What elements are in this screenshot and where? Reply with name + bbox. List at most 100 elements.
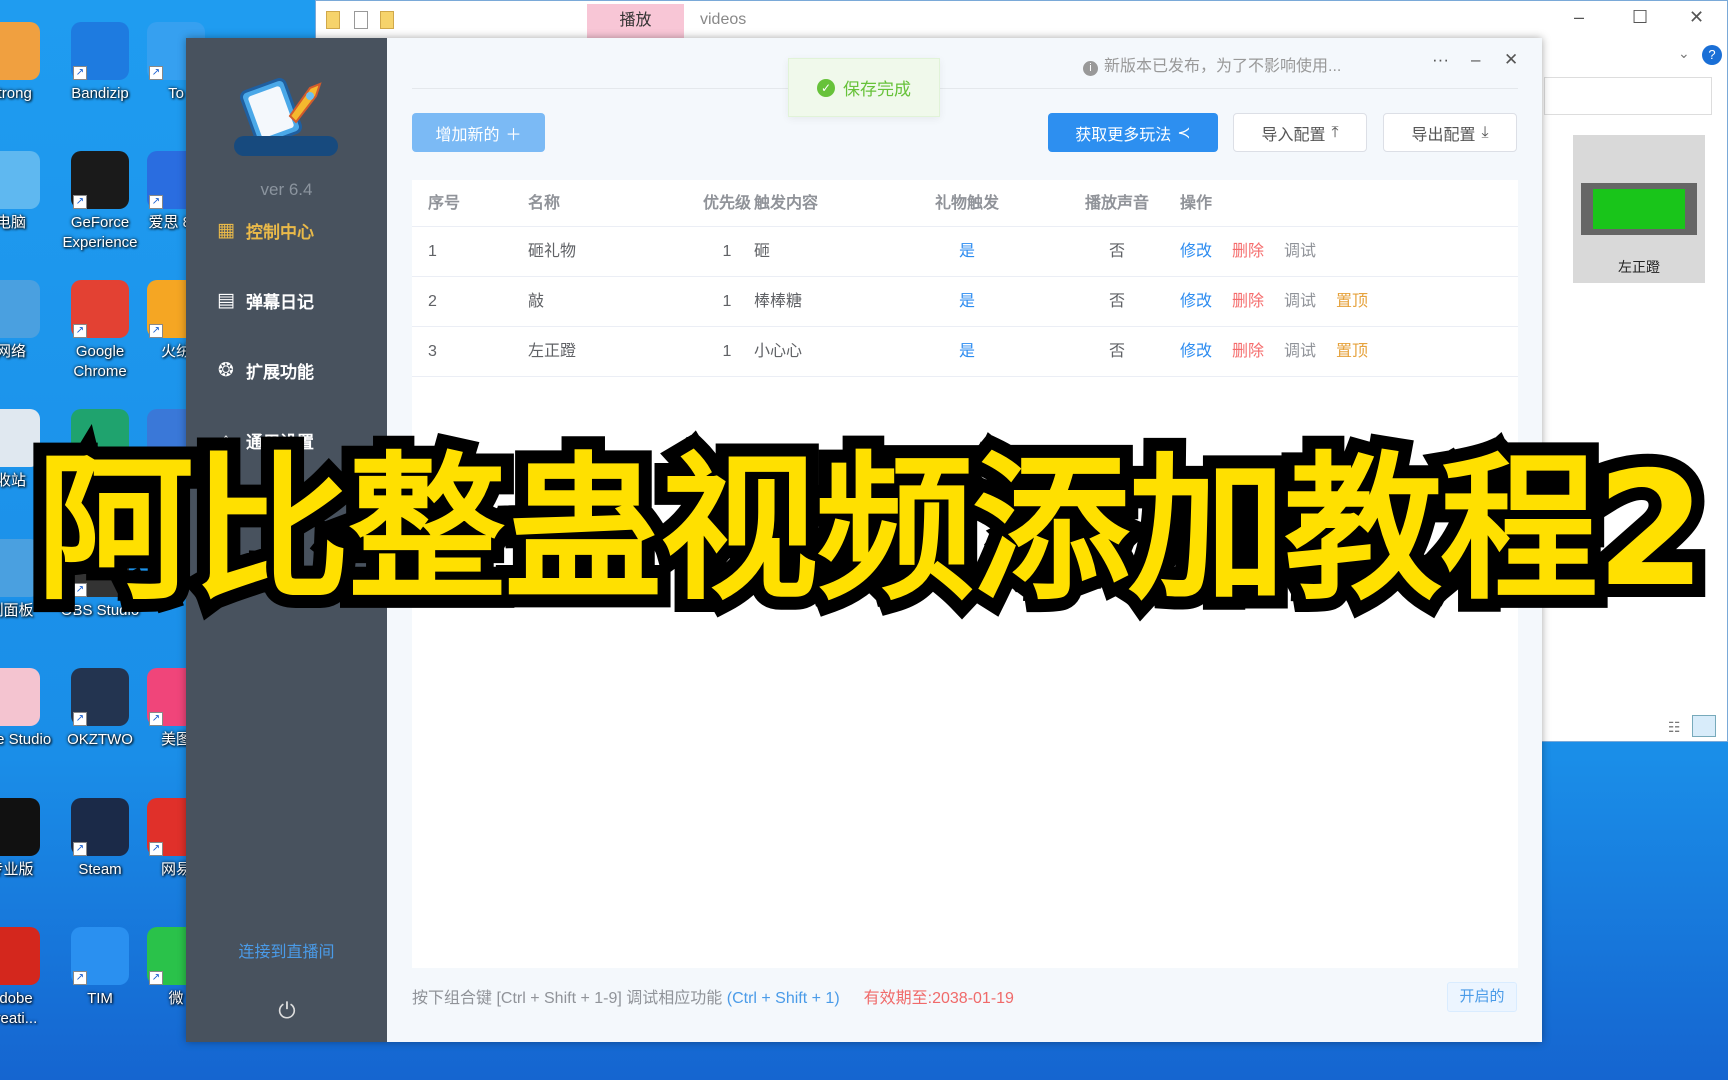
success-toast: ✓ 保存完成 [788,58,940,117]
minimize-button[interactable]: – [1574,7,1584,28]
shortcut-arrow-icon: ↗ [73,842,87,856]
folder-icon[interactable] [326,11,340,29]
minimize-button[interactable]: – [1471,50,1480,70]
version-label: ver 6.4 [260,180,313,199]
sidebar-item-control-center[interactable]: ▦ 控制中心 [216,218,314,243]
column-header: 礼物触发 [934,195,999,212]
download-icon: ⤓ [1481,123,1489,141]
search-input[interactable] [1544,77,1712,115]
cell-gift-trigger: 是 [958,293,975,310]
cell-play-sound: 否 [1108,293,1125,310]
cell-name: 左正蹬 [528,343,577,360]
export-config-button[interactable]: 导出配置 ⤓ [1383,113,1517,152]
desktop-icon-label: strong [0,85,32,102]
shortcut-arrow-icon: ↗ [73,712,87,726]
delete-link[interactable]: 删除 [1232,243,1264,260]
table-row[interactable]: 1 砸礼物 1 砸是否修改 删除 调试 [412,227,1518,277]
footer-hint: 按下组合键 [Ctrl + Shift + 1-9] 调试相应功能 (Ctrl … [412,984,1014,1008]
help-icon[interactable]: ? [1702,45,1722,65]
expiry-text: 有效期至:2038-01-19 [863,990,1014,1007]
desktop-icon[interactable]: ↗ 电脑 [0,151,56,233]
grid-icon: ▦ [217,219,235,241]
edit-link[interactable]: 修改 [1180,243,1212,260]
app-icon: ↗ [71,798,129,856]
desktop-icon-label: 网络 [0,343,26,360]
cell-actions: 修改 删除 调试 [1180,227,1336,277]
pin-top-link[interactable]: 置顶 [1336,343,1368,360]
app-icon: ↗ [71,22,129,80]
button-label: 导入配置 [1261,126,1326,144]
shortcut-arrow-icon: ↗ [73,971,87,985]
desktop-icon[interactable]: ↗ strong [0,22,56,104]
new-folder-icon[interactable] [380,11,394,29]
video-caption-overlay: 阿比整蛊视频添加教程2 [23,425,1719,635]
details-view-icon[interactable]: ☷ [1668,719,1681,736]
cell-actions: 修改 删除 调试 置顶 [1180,277,1388,327]
column-header: 序号 [428,195,461,212]
app-icon: ↗ [0,927,40,985]
shortcut-arrow-icon: ↗ [73,324,87,338]
get-more-button[interactable]: 获取更多玩法 ≺ [1048,113,1218,152]
explorer-titlebar: 播放 videos – ☐ ✕ [316,1,1727,39]
desktop-icon-label: 专业版 [0,861,34,878]
delete-link[interactable]: 删除 [1232,343,1264,360]
info-icon: i [1083,61,1098,76]
update-notice[interactable]: i 新版本已发布，为了不影响使用... [1083,52,1341,76]
app-icon: ↗ [71,280,129,338]
add-new-button[interactable]: 增加新的 ＋ [412,113,545,152]
shortcut-arrow-icon: ↗ [73,66,87,80]
desktop-icon[interactable]: ↗ 网络 [0,280,56,362]
sidebar-item-extensions[interactable]: ❂ 扩展功能 [216,358,314,383]
more-icon[interactable]: ··· [1432,50,1449,70]
check-circle-icon: ✓ [817,78,835,97]
sidebar-item-label: 控制中心 [246,223,314,242]
sidebar-item-danmaku-log[interactable]: ▤ 弹幕日记 [216,288,314,313]
desktop-icon-label: Tube Studio [0,731,52,748]
cell-trigger: 棒棒糖 [754,293,803,310]
cell-trigger: 小心心 [754,343,803,360]
table-row[interactable]: 3 左正蹬 1 小心心是否修改 删除 调试 置顶 [412,327,1518,377]
hint-text: 按下组合键 [Ctrl + Shift + 1-9] 调试相应功能 [412,990,727,1007]
desktop-icon[interactable]: ↗ Tube Studio [0,668,56,750]
enabled-toggle-button[interactable]: 开启的 [1447,982,1517,1012]
edit-link[interactable]: 修改 [1180,293,1212,310]
toast-text: 保存完成 [843,80,911,99]
maximize-button[interactable]: ☐ [1632,7,1648,28]
close-button[interactable]: ✕ [1689,7,1704,28]
cell-no: 1 [428,243,437,260]
properties-icon[interactable] [354,11,368,29]
close-button[interactable]: ✕ [1504,50,1518,70]
desktop-icon[interactable]: ↗ 专业版 [0,798,56,880]
column-header: 播放声音 [1084,195,1149,212]
shortcut-arrow-icon: ↗ [73,195,87,209]
film-icon [1581,183,1697,235]
shortcut-arrow-icon: ↗ [149,842,163,856]
desktop-icon[interactable]: ↗ Adobe Creati... [0,927,56,1029]
import-config-button[interactable]: 导入配置 ⤒ [1233,113,1367,152]
tab-play[interactable]: 播放 [587,4,684,38]
app-icon: ↗ [71,927,129,985]
shortcut-text: (Ctrl + Shift + 1) [726,990,840,1007]
large-icons-view-icon[interactable] [1692,715,1716,737]
chevron-down-icon[interactable]: ⌄ [1678,45,1690,62]
cell-gift-trigger: 是 [958,243,975,260]
debug-link[interactable]: 调试 [1284,343,1316,360]
list-icon: ▤ [217,289,235,311]
shortcut-arrow-icon: ↗ [149,712,163,726]
edit-link[interactable]: 修改 [1180,343,1212,360]
button-label: 导出配置 [1411,126,1476,144]
debug-link[interactable]: 调试 [1284,293,1316,310]
video-thumbnail[interactable]: 左正蹬 [1573,135,1705,283]
app-icon: ↗ [0,22,40,80]
connect-live-link[interactable]: 连接到直播间 [186,938,387,962]
column-header: 名称 [528,195,561,212]
cell-play-sound: 否 [1108,243,1125,260]
table-row[interactable]: 2 敲 1 棒棒糖是否修改 删除 调试 置顶 [412,277,1518,327]
cell-trigger: 砸 [754,243,771,260]
cell-name: 砸礼物 [528,243,577,260]
column-header: 操作 [1180,195,1213,212]
power-icon[interactable]: ⏻ [275,998,299,1023]
pin-top-link[interactable]: 置顶 [1336,293,1368,310]
debug-link[interactable]: 调试 [1284,243,1316,260]
delete-link[interactable]: 删除 [1232,293,1264,310]
